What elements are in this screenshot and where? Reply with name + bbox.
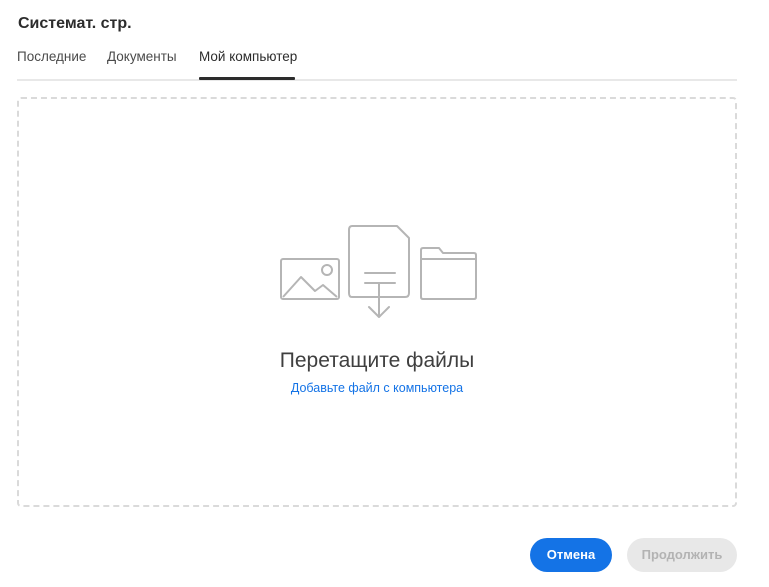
folder-icon (420, 247, 477, 300)
file-picker-dialog: Системат. стр. Последние Документы Мой к… (0, 0, 769, 587)
tab-recent[interactable]: Последние (17, 49, 86, 64)
file-drop-zone[interactable]: Перетащите файлы Добавьте файл с компьют… (17, 97, 737, 507)
tab-my-computer[interactable]: Мой компьютер (199, 49, 297, 64)
drop-zone-title: Перетащите файлы (279, 349, 475, 372)
tab-selected-indicator (199, 77, 295, 80)
tab-bar: Последние Документы Мой компьютер (17, 46, 737, 81)
drop-illustration (280, 225, 477, 318)
tab-documents[interactable]: Документы (107, 49, 177, 64)
document-download-icon (348, 225, 410, 318)
continue-button[interactable]: Продолжить (627, 538, 737, 572)
dialog-title: Системат. стр. (18, 15, 132, 32)
cancel-button[interactable]: Отмена (530, 538, 612, 572)
image-icon (280, 258, 340, 300)
add-file-from-computer-link[interactable]: Добавьте файл с компьютера (19, 381, 735, 395)
